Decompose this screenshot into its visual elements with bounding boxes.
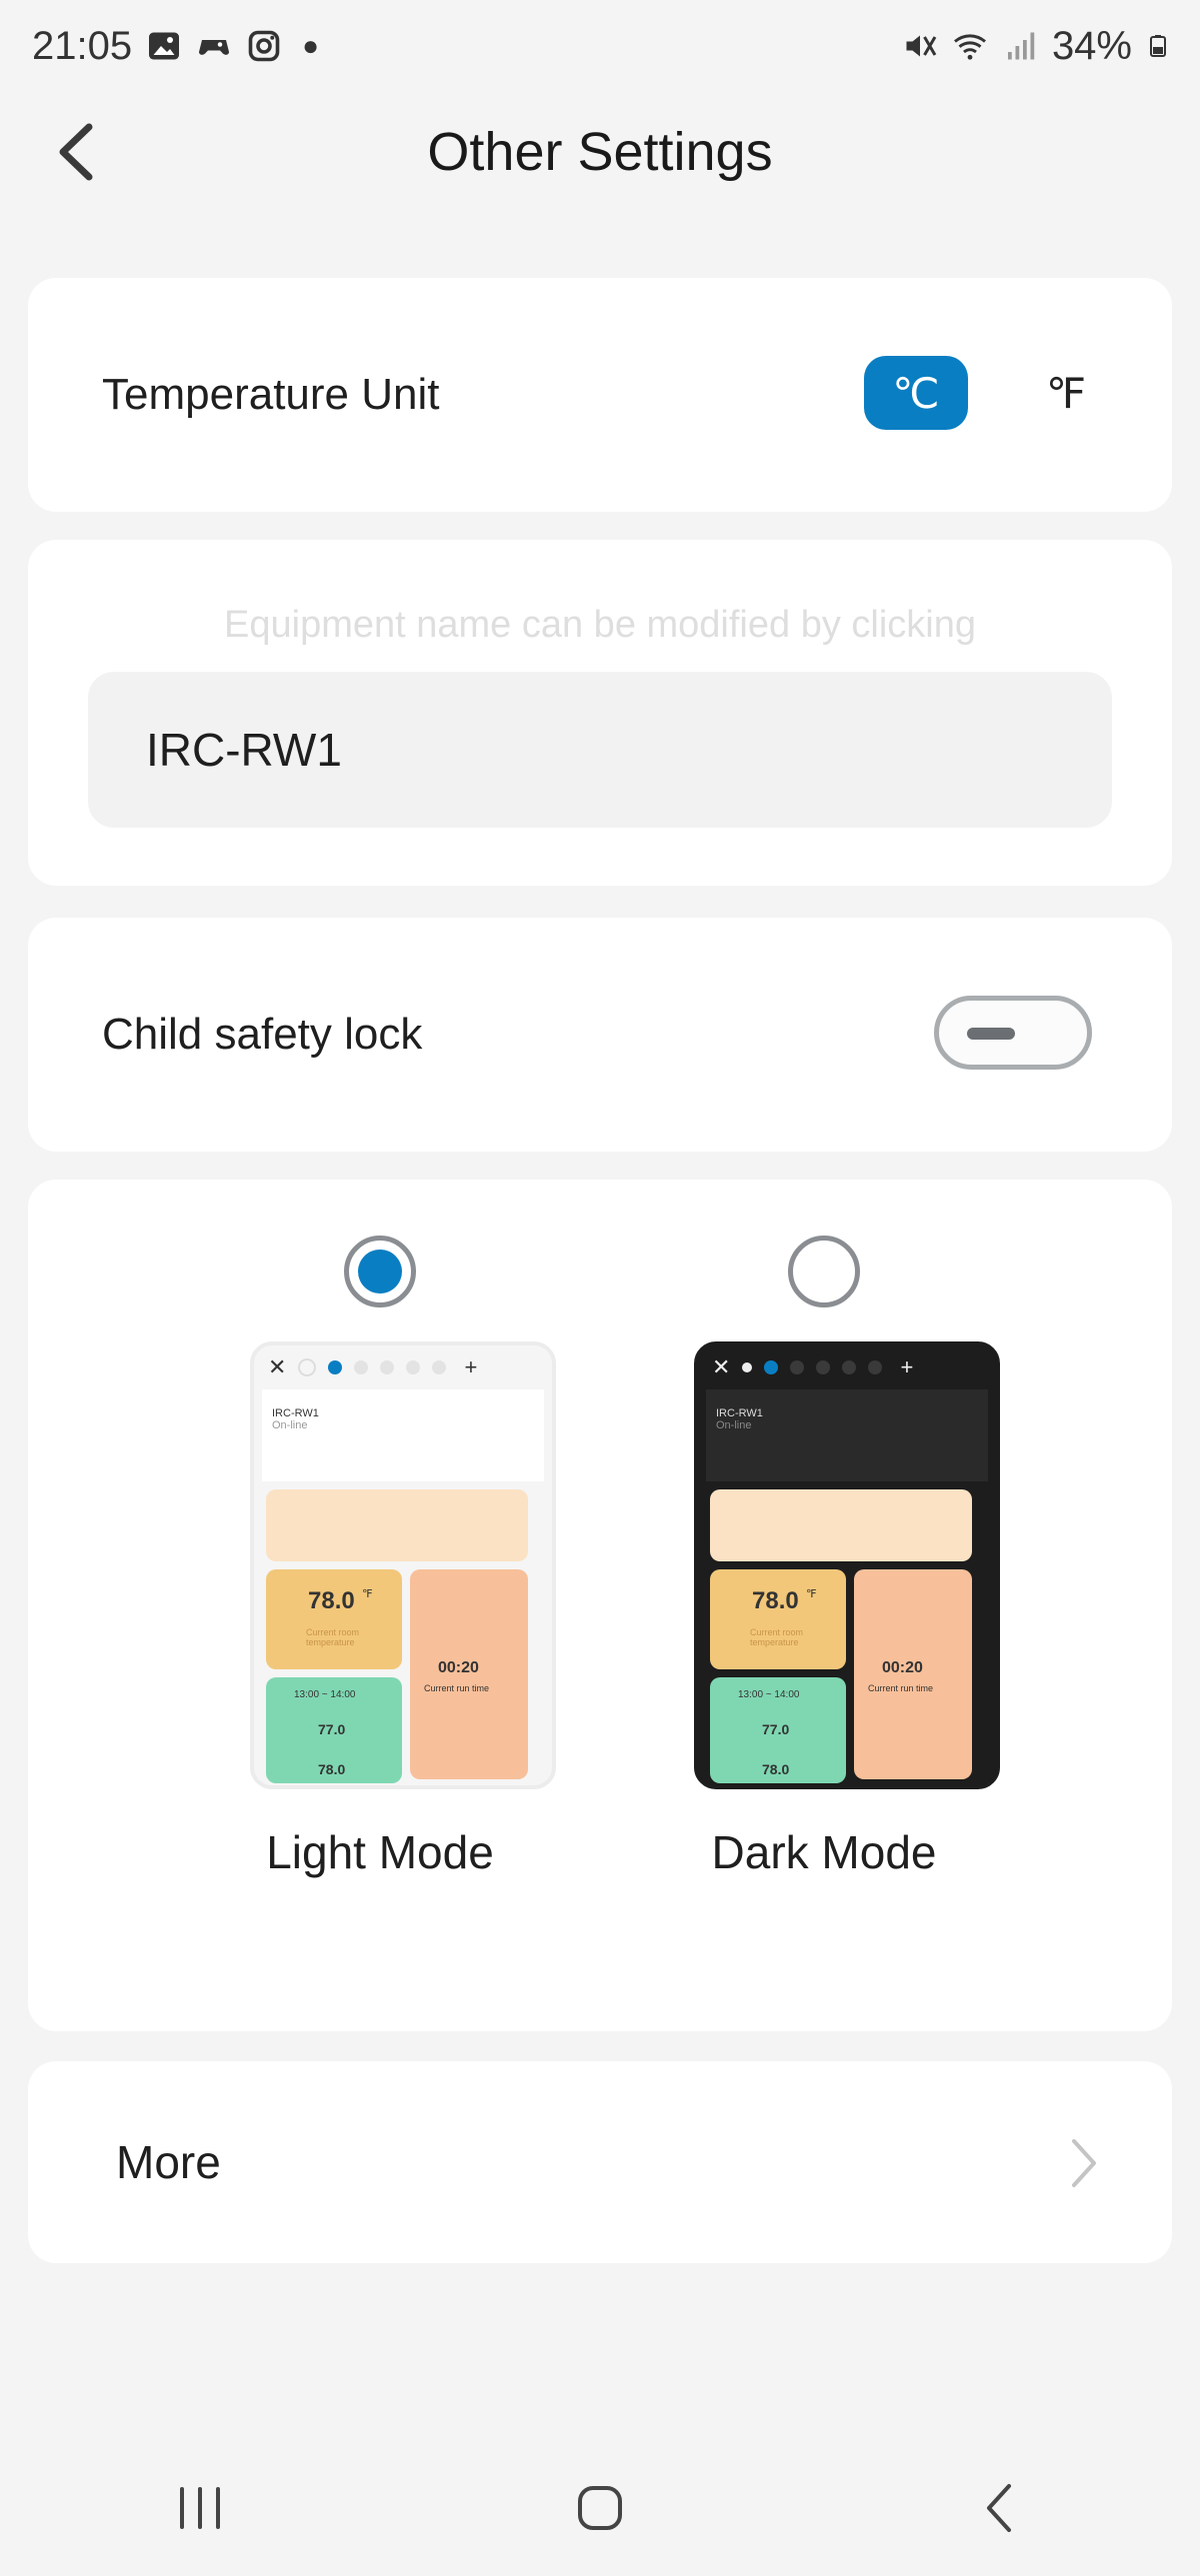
dark-mode-label: Dark Mode (711, 1826, 937, 1878)
dot-icon (742, 1362, 753, 1372)
close-icon: ✕ (268, 1354, 287, 1379)
header: Other Settings (0, 92, 1200, 212)
battery-percent: 34% (1051, 23, 1132, 68)
preview-runtime-tile: 00:20 Current run time (410, 1569, 528, 1779)
plus-icon: + (900, 1354, 914, 1379)
preview-device-header: IRC-RW1 On-line (262, 1389, 544, 1481)
gallery-icon (149, 32, 180, 60)
dot-icon (354, 1360, 369, 1374)
preview-current-temp: 78.0 (752, 1587, 799, 1614)
dot-icon (298, 1358, 317, 1376)
dot-icon (868, 1360, 883, 1374)
preview-schedule-tile: 13:00 ~ 14:00 77.0 78.0 (266, 1677, 402, 1783)
preview-schedule: 13:00 ~ 14:00 (294, 1689, 356, 1700)
dot-icon (790, 1360, 805, 1374)
preview-device-name: IRC-RW1 (272, 1407, 319, 1419)
status-left: 21:05 ● (32, 24, 319, 69)
mute-icon (906, 35, 937, 57)
plus-icon: + (464, 1354, 478, 1379)
more-row[interactable]: More (28, 2061, 1172, 2263)
preview-range-high: 78.0 (762, 1761, 790, 1777)
preview-temp-caption: Current room temperature (750, 1627, 804, 1647)
page-title: Other Settings (427, 122, 773, 182)
instagram-icon (248, 30, 280, 62)
equipment-name-hint: Equipment name can be modified by clicki… (224, 604, 976, 646)
preview-device-header: IRC-RW1 On-line (706, 1389, 988, 1481)
wifi-icon (953, 34, 986, 60)
dot-icon (816, 1360, 831, 1374)
light-mode-radio[interactable] (344, 1236, 416, 1307)
home-icon (578, 2485, 622, 2530)
close-icon: ✕ (712, 1354, 731, 1379)
celsius-button[interactable]: ℃ (864, 356, 968, 430)
status-right: 34% (902, 24, 1170, 69)
preview-schedule: 13:00 ~ 14:00 (738, 1689, 800, 1700)
toggle-knob (967, 1028, 1015, 1040)
child-safety-lock-toggle[interactable] (934, 996, 1092, 1070)
preview-range-high: 78.0 (318, 1761, 346, 1777)
preview-temp-tile: 78.0 ℉ Current room temperature (710, 1569, 846, 1669)
recent-apps-button[interactable] (140, 2458, 260, 2558)
game-controller-icon (199, 40, 230, 55)
theme-mode-card: ✕ + IRC-RW1 On-line 78.0 ℉ Current room … (28, 1180, 1172, 2031)
system-back-button[interactable] (940, 2458, 1060, 2558)
child-safety-lock-card: Child safety lock (28, 918, 1172, 1152)
temperature-unit-selector: ℃ ℉ (864, 356, 1118, 430)
chevron-right-icon (1072, 2139, 1096, 2187)
more-label: More (116, 2136, 221, 2188)
preview-temp-unit: ℉ (362, 1588, 373, 1600)
dot-icon (406, 1360, 421, 1374)
notification-dot-icon: ● (302, 30, 320, 61)
light-mode-option[interactable]: ✕ + IRC-RW1 On-line 78.0 ℉ Current room … (220, 1180, 556, 2031)
dot-icon (432, 1360, 447, 1374)
preview-tab-bar: ✕ + (698, 1345, 996, 1389)
preview-run-time: 00:20 (882, 1659, 923, 1676)
home-button[interactable] (540, 2458, 660, 2558)
preview-tab-bar: ✕ + (254, 1345, 552, 1389)
preview-run-time-caption: Current run time (424, 1683, 490, 1693)
child-safety-lock-label: Child safety lock (102, 1010, 423, 1059)
preview-current-temp: 78.0 (308, 1587, 355, 1614)
preview-run-time-caption: Current run time (868, 1683, 934, 1693)
system-nav-bar (0, 2439, 1200, 2576)
chevron-left-icon (59, 123, 93, 181)
preview-banner (266, 1489, 528, 1561)
preview-range-low: 77.0 (762, 1721, 790, 1737)
back-button[interactable] (40, 116, 112, 188)
signal-icon (1007, 32, 1035, 60)
preview-device-name: IRC-RW1 (716, 1407, 763, 1419)
equipment-name-card: Equipment name can be modified by clicki… (28, 540, 1172, 886)
dark-mode-option[interactable]: ✕ + IRC-RW1 On-line 78.0 ℉ Current room … (664, 1180, 1000, 2031)
dot-icon (380, 1360, 395, 1374)
status-time: 21:05 (32, 23, 133, 68)
temperature-unit-label: Temperature Unit (102, 370, 440, 419)
dark-mode-radio[interactable] (788, 1236, 860, 1307)
preview-banner (710, 1489, 972, 1561)
back-icon (987, 2483, 1011, 2532)
dark-mode-preview[interactable]: ✕ + IRC-RW1 On-line 78.0 ℉ Current room … (694, 1341, 1000, 1789)
active-dot-icon (764, 1360, 779, 1374)
preview-run-time: 00:20 (438, 1659, 479, 1676)
preview-range-low: 77.0 (318, 1721, 346, 1737)
battery-icon (1150, 35, 1166, 57)
dot-icon (842, 1360, 857, 1374)
light-mode-label: Light Mode (266, 1826, 494, 1878)
fahrenheit-button[interactable]: ℉ (1014, 356, 1118, 430)
light-mode-preview[interactable]: ✕ + IRC-RW1 On-line 78.0 ℉ Current room … (250, 1341, 556, 1789)
status-bar: 21:05 ● 34% (0, 0, 1200, 92)
equipment-name-input[interactable] (88, 672, 1112, 828)
preview-device-status: On-line (716, 1419, 752, 1431)
recent-apps-icon (180, 2486, 220, 2529)
preview-temp-tile: 78.0 ℉ Current room temperature (266, 1569, 402, 1669)
preview-device-status: On-line (272, 1419, 308, 1431)
preview-temp-caption: Current room temperature (306, 1627, 360, 1647)
temperature-unit-card: Temperature Unit ℃ ℉ (28, 278, 1172, 512)
preview-schedule-tile: 13:00 ~ 14:00 77.0 78.0 (710, 1677, 846, 1783)
preview-runtime-tile: 00:20 Current run time (854, 1569, 972, 1779)
preview-temp-unit: ℉ (806, 1588, 817, 1600)
active-dot-icon (328, 1360, 343, 1374)
